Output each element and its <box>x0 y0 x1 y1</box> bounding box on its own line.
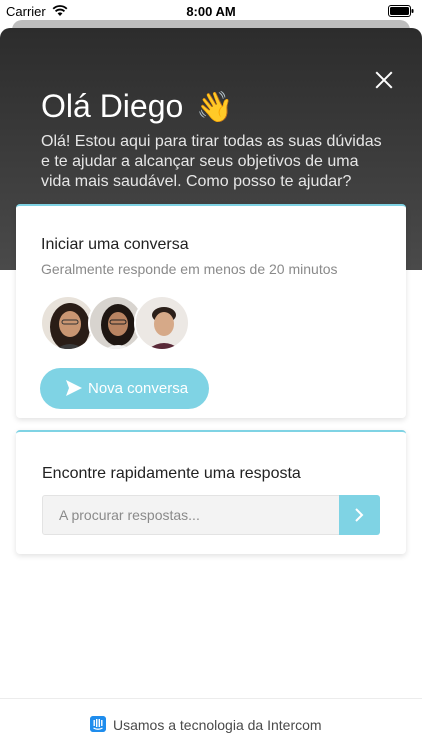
status-bar: Carrier 8:00 AM <box>0 0 422 22</box>
start-conversation-card: Iniciar uma conversa Geralmente responde… <box>16 204 406 418</box>
greeting-name: Olá Diego <box>41 88 184 124</box>
search-input[interactable] <box>42 495 340 535</box>
start-conversation-title: Iniciar uma conversa <box>41 236 189 253</box>
search-button[interactable] <box>339 495 380 535</box>
powered-by-intercom-link[interactable]: Usamos a tecnologia da Intercom <box>113 717 322 733</box>
footer: Usamos a tecnologia da Intercom <box>0 698 422 750</box>
avatar <box>134 295 190 351</box>
send-icon <box>66 380 82 396</box>
greeting-message: Olá! Estou aqui para tirar todas as suas… <box>41 133 382 190</box>
response-time-text: Geralmente responde em menos de 20 minut… <box>41 261 338 277</box>
intercom-icon <box>90 716 106 732</box>
clock: 8:00 AM <box>186 4 236 19</box>
waving-hand-icon: 👋 <box>196 91 234 124</box>
chevron-right-icon <box>355 508 364 522</box>
search-title: Encontre rapidamente uma resposta <box>42 465 301 482</box>
new-conversation-label: Nova conversa <box>88 380 189 397</box>
new-conversation-button[interactable]: Nova conversa <box>40 368 209 409</box>
battery-icon <box>388 5 414 17</box>
greeting-title: Olá Diego 👋 <box>41 88 234 125</box>
close-icon[interactable] <box>374 70 394 90</box>
search-card: Encontre rapidamente uma resposta <box>16 430 406 554</box>
